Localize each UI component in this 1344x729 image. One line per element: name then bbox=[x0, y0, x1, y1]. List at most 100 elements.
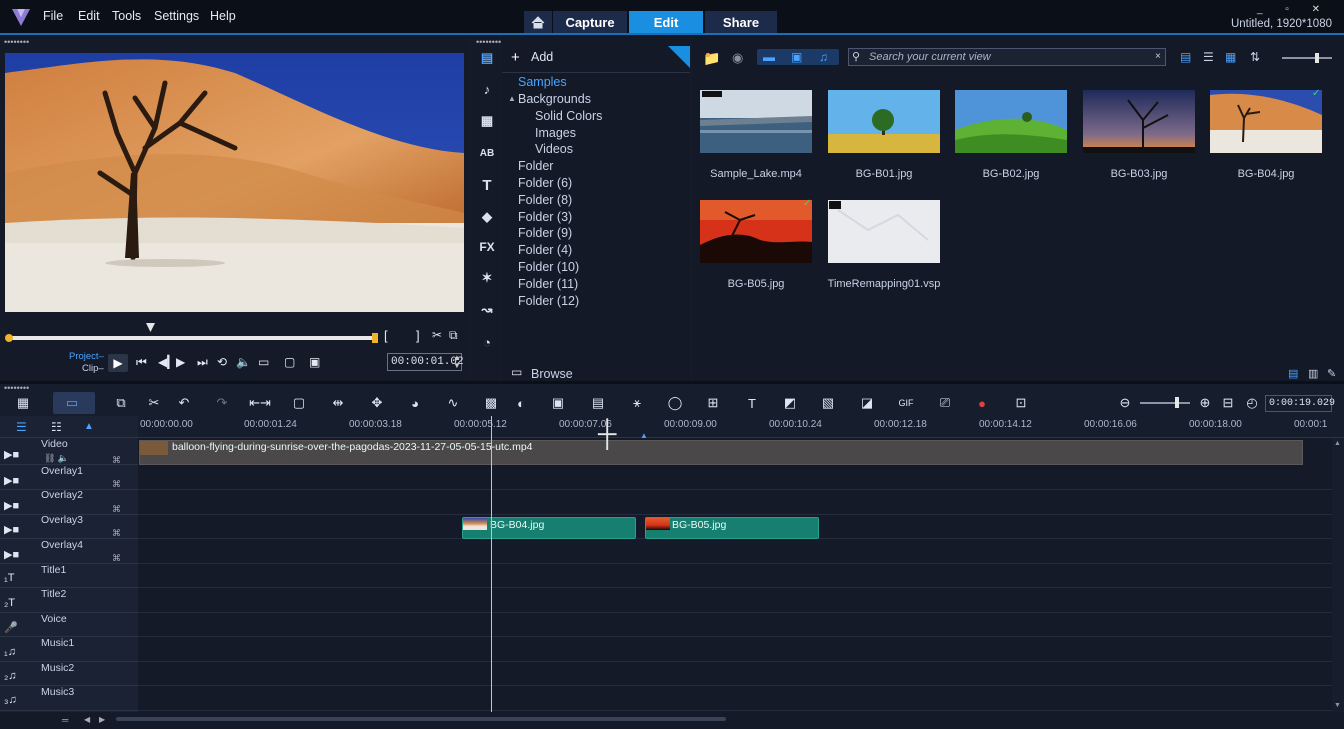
play-button[interactable]: ▶ bbox=[108, 354, 128, 372]
split-screen-icon[interactable]: ▧ bbox=[819, 394, 837, 412]
undo-icon[interactable]: ↶ bbox=[175, 394, 193, 412]
window-controls[interactable]: _ ▫ ✕ bbox=[1257, 4, 1330, 15]
zoom-out-icon[interactable]: ⊖ bbox=[1116, 394, 1134, 412]
search-input[interactable]: Search your current view bbox=[848, 48, 1166, 66]
timeline-playhead[interactable] bbox=[491, 416, 492, 712]
tree-item-videos[interactable]: Videos bbox=[535, 142, 573, 156]
tree-item-folder-10[interactable]: Folder (10) bbox=[518, 260, 579, 274]
tree-item-folder-4[interactable]: Folder (4) bbox=[518, 243, 572, 257]
menu-settings[interactable]: Settings bbox=[154, 9, 199, 23]
capture-disc-icon[interactable]: ◉ bbox=[732, 50, 743, 66]
panel-grip-library[interactable]: •••••••• bbox=[476, 37, 501, 47]
mode-clip[interactable]: Clip– bbox=[82, 363, 104, 374]
copy-icon[interactable]: ⧉ bbox=[449, 328, 458, 343]
track-lane[interactable] bbox=[138, 563, 1332, 588]
overlay-clip-bg-b04[interactable] bbox=[462, 517, 636, 539]
storyboard-view-icon[interactable]: ▦ bbox=[14, 394, 32, 412]
scroll-grip-icon[interactable]: ═ bbox=[62, 715, 68, 725]
zoom-slider-handle[interactable] bbox=[1175, 397, 1179, 408]
hd-preview-icon[interactable]: ▭ bbox=[258, 355, 269, 369]
menu-help[interactable]: Help bbox=[210, 9, 236, 23]
pan-zoom-icon[interactable]: ◯ bbox=[666, 394, 684, 412]
blend-icon[interactable]: ◐ bbox=[512, 394, 530, 412]
tree-item-backgrounds[interactable]: Backgrounds bbox=[518, 92, 591, 106]
paint-icon[interactable]: ◩ bbox=[781, 394, 799, 412]
tree-item-solid-colors[interactable]: Solid Colors bbox=[535, 109, 602, 123]
scroll-thumb[interactable] bbox=[116, 717, 726, 721]
template-icon[interactable]: ▦ bbox=[477, 111, 497, 131]
media-icon[interactable]: ▤ bbox=[477, 48, 497, 68]
show-all-tracks-icon[interactable]: ☰ bbox=[16, 420, 27, 434]
track-lane[interactable] bbox=[138, 465, 1332, 490]
title-editor-icon[interactable]: T bbox=[743, 394, 761, 412]
show-video-icon[interactable]: ▬ bbox=[763, 50, 775, 64]
prev-frame-icon[interactable]: ◀▎ bbox=[158, 355, 176, 369]
timeline-vertical-scrollbar[interactable] bbox=[1332, 438, 1344, 712]
graphics-icon[interactable]: ◆ bbox=[477, 207, 497, 227]
browse-icon[interactable]: ▭ bbox=[511, 365, 522, 379]
add-icon[interactable]: + bbox=[511, 49, 520, 66]
redo-icon[interactable]: ↷ bbox=[213, 394, 231, 412]
home-start-icon[interactable]: ⏮ bbox=[136, 355, 147, 370]
tree-item-images[interactable]: Images bbox=[535, 126, 576, 140]
track-lane[interactable] bbox=[138, 490, 1332, 515]
path-icon[interactable]: ↝ bbox=[477, 300, 497, 320]
enlarge-icon[interactable]: ▣ bbox=[309, 355, 320, 369]
show-photo-icon[interactable]: ▣ bbox=[791, 50, 802, 64]
edit-panel-icon[interactable]: ✎ bbox=[1327, 367, 1336, 380]
gif-icon[interactable]: GIF bbox=[897, 394, 915, 412]
color-grading-icon[interactable]: ◕ bbox=[406, 394, 424, 412]
thumb-timeremapping[interactable] bbox=[828, 200, 940, 263]
crop-icon[interactable]: ▢ bbox=[290, 394, 308, 412]
tree-item-folder-6[interactable]: Folder (6) bbox=[518, 176, 572, 190]
fx-icon[interactable]: FX bbox=[477, 237, 497, 257]
speed-icon[interactable]: ◔ bbox=[477, 332, 497, 352]
mask-creator-icon[interactable]: ◪ bbox=[858, 394, 876, 412]
home-tab[interactable] bbox=[524, 11, 552, 33]
thumb-bg-b03[interactable] bbox=[1083, 90, 1195, 153]
multi-cam-icon[interactable]: ▤ bbox=[589, 394, 607, 412]
tree-item-folder[interactable]: Folder bbox=[518, 159, 553, 173]
track-lane[interactable] bbox=[138, 588, 1332, 613]
thumb-bg-b05[interactable] bbox=[700, 200, 812, 263]
mask-icon[interactable]: ▩ bbox=[482, 394, 500, 412]
screen-record-icon[interactable]: ⎚ bbox=[936, 394, 954, 412]
tree-item-samples[interactable]: Samples bbox=[518, 75, 567, 89]
title-icon[interactable]: T bbox=[477, 175, 497, 195]
tree-item-folder-8[interactable]: Folder (8) bbox=[518, 193, 572, 207]
thumbnail-size-handle[interactable] bbox=[1315, 53, 1319, 63]
mark-out-button[interactable]: ] bbox=[416, 328, 420, 343]
fit-timeline-icon[interactable]: ⇤⇥ bbox=[249, 394, 271, 412]
zoom-in-icon[interactable]: ⊕ bbox=[1196, 394, 1214, 412]
auto-music-icon[interactable]: ⊡ bbox=[1012, 394, 1030, 412]
add-button[interactable]: Add bbox=[531, 50, 553, 64]
scroll-down-icon[interactable]: ▼ bbox=[1334, 702, 1341, 709]
tree-item-folder-12[interactable]: Folder (12) bbox=[518, 294, 579, 308]
track-header-title2[interactable] bbox=[0, 588, 138, 613]
scrubber-track[interactable] bbox=[8, 336, 378, 340]
track-lane[interactable] bbox=[138, 686, 1332, 711]
track-lane[interactable] bbox=[138, 539, 1332, 564]
tree-item-folder-9[interactable]: Folder (9) bbox=[518, 226, 572, 240]
track-controls-icon[interactable]: ⛓ 🔈 bbox=[44, 453, 69, 464]
track-lock-icon[interactable]: ⌘ bbox=[112, 479, 121, 490]
panel-layout-icon[interactable]: ▥ bbox=[1308, 367, 1318, 380]
title-media-icon[interactable]: AB bbox=[477, 143, 497, 163]
thumb-sample-lake[interactable] bbox=[700, 90, 812, 153]
show-audio-icon[interactable]: ♫ bbox=[819, 50, 828, 64]
thumb-bg-b02[interactable] bbox=[955, 90, 1067, 153]
track-lane[interactable] bbox=[138, 661, 1332, 686]
split-icon[interactable]: ✥ bbox=[368, 394, 386, 412]
clear-search-icon[interactable]: × bbox=[1155, 51, 1161, 62]
panel-grip-timeline[interactable]: •••••••• bbox=[4, 383, 29, 393]
track-lane[interactable] bbox=[138, 612, 1332, 637]
end-icon[interactable]: ⏭ bbox=[197, 355, 208, 370]
next-frame-icon[interactable]: ▶ bbox=[176, 355, 185, 369]
menu-edit[interactable]: Edit bbox=[78, 9, 100, 23]
panel-grip[interactable]: •••••••• bbox=[4, 37, 29, 47]
filter-icon[interactable]: ✶ bbox=[477, 268, 497, 288]
track-lock-icon[interactable]: ⌘ bbox=[112, 528, 121, 539]
repeat-icon[interactable]: ⟲ bbox=[217, 355, 227, 369]
add-marker-icon[interactable]: ▲ bbox=[84, 421, 94, 432]
expand-icon[interactable]: ▲ bbox=[508, 94, 516, 103]
